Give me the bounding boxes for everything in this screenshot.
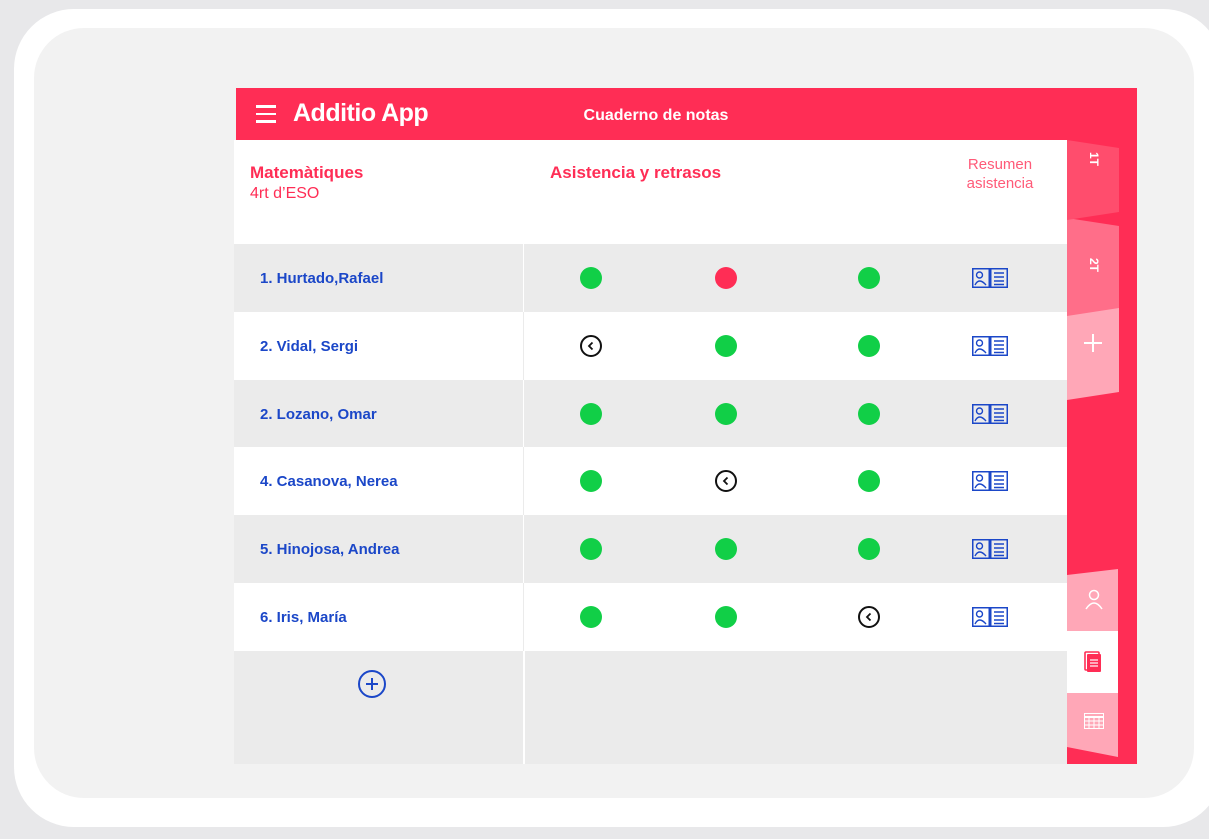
right-sidebar: 2T 1T — [1067, 140, 1137, 764]
attendance-absent-marker[interactable] — [715, 267, 737, 289]
course-name: 4rt d’ESO — [250, 185, 320, 202]
table-row: 5. Hinojosa, Andrea — [234, 515, 1067, 583]
student-card-icon[interactable] — [972, 268, 1008, 288]
attendance-present-marker[interactable] — [715, 402, 737, 425]
attendance-late-marker[interactable] — [715, 470, 737, 493]
student-name[interactable]: 1. Hurtado,Rafael — [260, 270, 383, 287]
student-card-icon[interactable] — [972, 403, 1008, 424]
column-divider — [523, 582, 524, 651]
column-divider — [523, 244, 524, 312]
attendance-present-marker[interactable] — [858, 267, 880, 289]
attendance-present-marker[interactable] — [580, 470, 602, 493]
student-name[interactable]: 5. Hinojosa, Andrea — [260, 541, 399, 558]
summary-line-1: Resumen — [967, 156, 1033, 173]
attendance-late-marker[interactable] — [858, 605, 880, 628]
student-name[interactable]: 2. Vidal, Sergi — [260, 338, 358, 355]
page-title: Cuaderno de notas — [583, 107, 729, 124]
student-name[interactable]: 6. Iris, María — [260, 609, 347, 626]
attendance-present-marker[interactable] — [715, 334, 737, 357]
student-card-icon[interactable] — [972, 471, 1008, 492]
table-row: 2. Lozano, Omar — [234, 379, 1067, 448]
column-divider — [523, 379, 524, 448]
plus-icon — [1084, 334, 1102, 352]
add-student-button[interactable] — [358, 670, 386, 698]
attendance-present-marker[interactable] — [858, 334, 880, 357]
attendance-present-marker[interactable] — [858, 470, 880, 493]
attendance-present-marker[interactable] — [715, 538, 737, 561]
attendance-present-marker[interactable] — [858, 538, 880, 561]
tab-1t-label: 1T — [1087, 151, 1102, 167]
notes-view-button[interactable] — [1067, 631, 1118, 693]
tab-2t[interactable]: 2T — [1067, 218, 1119, 316]
top-bar: Additio App Cuaderno de notas — [236, 88, 1137, 140]
table-row: 4. Casanova, Nerea — [234, 447, 1067, 516]
student-name[interactable]: 4. Casanova, Nerea — [260, 473, 398, 490]
column-divider — [523, 515, 524, 583]
student-name[interactable]: 2. Lozano, Omar — [260, 406, 377, 423]
attendance-present-marker[interactable] — [580, 402, 602, 425]
document-icon — [1084, 651, 1101, 672]
clock-back-icon — [587, 341, 594, 350]
table-row: 6. Iris, María — [234, 582, 1067, 651]
student-card-icon[interactable] — [972, 539, 1008, 560]
column-divider — [523, 447, 524, 516]
tab-1t[interactable]: 1T — [1067, 140, 1119, 220]
section-title: Asistencia y retrasos — [550, 163, 722, 182]
attendance-present-marker[interactable] — [580, 605, 602, 628]
attendance-present-marker[interactable] — [580, 538, 602, 561]
subject-name: Matemàtiques — [250, 163, 364, 182]
student-card-icon[interactable] — [972, 335, 1008, 356]
clock-back-icon — [722, 477, 729, 486]
summary-line-2: asistencia — [966, 175, 1034, 192]
column-divider — [523, 311, 524, 380]
app-window: Additio App Cuaderno de notas Matemàtiqu… — [234, 88, 1137, 764]
attendance-late-marker[interactable] — [580, 334, 602, 357]
gradebook-header: Matemàtiques 4rt d’ESO Asistencia y retr… — [234, 140, 1067, 244]
students-view-button[interactable] — [1067, 569, 1118, 631]
table-row: 1. Hurtado,Rafael — [234, 244, 1067, 312]
grid-icon — [1084, 713, 1104, 731]
tab-2t-label: 2T — [1087, 257, 1102, 273]
student-card-icon[interactable] — [972, 606, 1008, 627]
clock-back-icon — [865, 612, 872, 622]
summary-column-header: Resumen asistencia — [940, 155, 1060, 193]
tab-add-term[interactable] — [1067, 300, 1119, 400]
grid-view-button[interactable] — [1067, 693, 1118, 757]
attendance-present-marker[interactable] — [580, 267, 602, 289]
list-footer — [234, 651, 1067, 764]
attendance-present-marker[interactable] — [715, 605, 737, 628]
table-row: 2. Vidal, Sergi — [234, 311, 1067, 380]
column-divider — [523, 651, 525, 764]
attendance-present-marker[interactable] — [858, 402, 880, 425]
student-list: 1. Hurtado,Rafael 2. Vidal, Sergi 2. Lozan… — [234, 244, 1067, 651]
user-icon — [1085, 589, 1103, 610]
